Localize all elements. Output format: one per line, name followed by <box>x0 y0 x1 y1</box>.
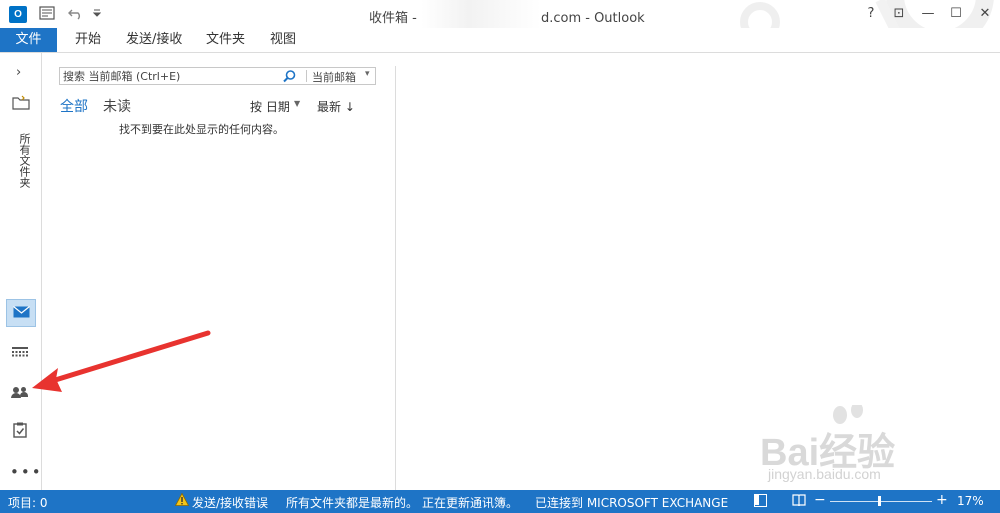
zoom-in-button[interactable]: + <box>936 492 948 508</box>
help-button[interactable]: ? <box>860 4 882 24</box>
filter-unread[interactable]: 未读 <box>103 96 131 116</box>
maximize-button[interactable]: ☐ <box>945 4 967 24</box>
search-icon[interactable] <box>283 70 296 83</box>
folder-icon[interactable] <box>12 95 30 110</box>
tasks-nav-button[interactable] <box>13 422 27 438</box>
normal-view-icon[interactable] <box>754 494 767 507</box>
tasks-icon <box>13 422 27 438</box>
undo-icon[interactable] <box>68 6 84 20</box>
status-bar: 项目: 0 发送/接收错误 所有文件夹都是最新的。 正在更新通讯簿。 已连接到 … <box>0 490 1000 513</box>
folder-pane-collapsed: › 所有文件夹 ••• <box>0 53 42 490</box>
search-divider <box>306 70 307 82</box>
tab-file[interactable]: 文件 <box>0 28 57 52</box>
search-box[interactable]: 当前邮箱 ▾ <box>59 67 376 85</box>
close-button[interactable]: ✕ <box>974 4 996 24</box>
tab-folder[interactable]: 文件夹 <box>206 28 245 52</box>
mail-icon <box>13 306 30 318</box>
tab-home[interactable]: 开始 <box>75 28 101 52</box>
people-icon <box>11 387 28 398</box>
chevron-down-icon[interactable]: ▾ <box>365 69 370 79</box>
search-scope-dropdown[interactable]: 当前邮箱 <box>312 69 356 85</box>
zoom-slider[interactable] <box>830 501 932 502</box>
folders-uptodate-status: 所有文件夹都是最新的。 <box>286 496 419 510</box>
tab-view[interactable]: 视图 <box>270 28 296 52</box>
ribbon-tabs: 文件 开始 发送/接收 文件夹 视图 <box>0 28 1000 52</box>
sort-order-toggle[interactable]: 最新 ↓ <box>317 98 355 115</box>
connection-status[interactable]: 已连接到 MICROSOFT EXCHANGE <box>535 494 728 511</box>
pane-divider[interactable] <box>395 66 396 490</box>
all-folders-label[interactable]: 所有文件夹 <box>14 133 31 188</box>
arrange-by-dropdown[interactable]: 按 日期 <box>250 98 290 115</box>
mail-nav-button[interactable] <box>6 299 36 327</box>
chevron-down-icon[interactable]: ▼ <box>294 99 300 108</box>
addressbook-status: 正在更新通讯簿。 <box>422 496 519 510</box>
expand-folder-pane-chevron-icon[interactable]: › <box>16 65 21 80</box>
ribbon-display-options-button[interactable]: ⊡ <box>888 4 910 24</box>
quick-access-customize-icon[interactable] <box>93 9 101 17</box>
search-input[interactable] <box>63 68 278 84</box>
more-nav-button[interactable]: ••• <box>10 463 43 481</box>
people-nav-button[interactable] <box>11 386 29 399</box>
filter-all[interactable]: 全部 <box>60 96 88 116</box>
send-receive-all-icon[interactable] <box>39 6 57 22</box>
zoom-out-button[interactable]: − <box>814 492 826 508</box>
outlook-app-icon[interactable]: O <box>9 6 27 23</box>
empty-list-message: 找不到要在此处显示的任何内容。 <box>119 123 284 136</box>
title-bar: O 收件箱 - d.com - Outlook ? ⊡ — ☐ ✕ <box>0 0 1000 50</box>
calendar-icon <box>12 347 28 357</box>
calendar-nav-button[interactable] <box>12 347 28 359</box>
warning-icon[interactable] <box>175 493 189 506</box>
obscured-title-region <box>421 0 541 28</box>
tab-send-receive[interactable]: 发送/接收 <box>126 28 182 52</box>
minimize-button[interactable]: — <box>917 4 939 24</box>
reading-view-icon[interactable] <box>792 494 806 507</box>
ribbon-divider <box>0 52 1000 53</box>
zoom-level[interactable]: 17% <box>957 494 984 508</box>
watermark-url: jingyan.baidu.com <box>768 466 881 482</box>
send-receive-error-status[interactable]: 发送/接收错误 <box>192 494 268 511</box>
item-count: 项目: 0 <box>8 496 48 510</box>
zoom-slider-thumb[interactable] <box>878 496 881 506</box>
